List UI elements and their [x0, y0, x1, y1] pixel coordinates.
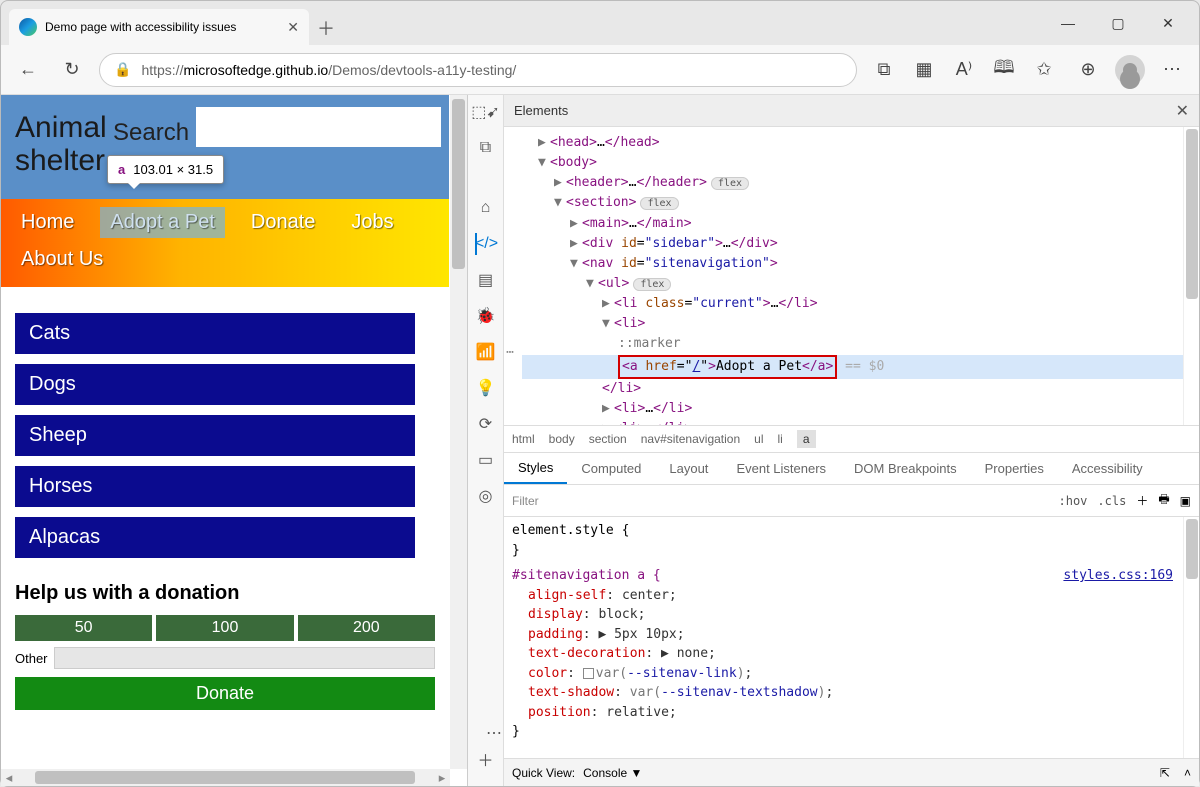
memory-icon[interactable]: ⟳	[475, 413, 497, 435]
dom-gutter-dots: ⋯	[504, 343, 518, 363]
styles-filter-input[interactable]: Filter	[512, 494, 1049, 508]
network-icon[interactable]: 📶	[475, 341, 497, 363]
browser-toolbar: ← ↻ 🔒 https://microsoftedge.github.io/De…	[1, 45, 1199, 95]
donate-button[interactable]: Donate	[15, 677, 435, 710]
tab-computed[interactable]: Computed	[567, 453, 655, 484]
back-button[interactable]: ←	[11, 53, 45, 87]
computed-sidebar-icon[interactable]: ▣	[1180, 494, 1191, 508]
refresh-button[interactable]: ↻	[55, 53, 89, 87]
menu-icon[interactable]: ⋯	[1155, 53, 1189, 87]
collections-icon[interactable]: ⊕	[1071, 53, 1105, 87]
donation-amounts: 50 100 200	[1, 615, 449, 647]
styles-scrollbar[interactable]	[1183, 517, 1199, 758]
tab-properties[interactable]: Properties	[971, 453, 1058, 484]
other-amount-input[interactable]	[54, 647, 435, 669]
close-window-button[interactable]: ✕	[1145, 7, 1191, 39]
nav-home[interactable]: Home	[11, 207, 84, 238]
reader-icon[interactable]: 🕮	[987, 53, 1021, 87]
styles-filter-row: Filter :hov .cls ＋ 🖶 ▣	[504, 485, 1199, 517]
category-list: Cats Dogs Sheep Horses Alpacas	[1, 287, 449, 578]
browser-tab[interactable]: Demo page with accessibility issues ✕	[9, 9, 309, 45]
category-alpacas[interactable]: Alpacas	[15, 517, 415, 558]
nav-donate[interactable]: Donate	[241, 207, 326, 238]
page-viewport: Animalshelter Search a103.01 × 31.5 Home…	[1, 95, 467, 786]
source-link[interactable]: styles.css:169	[1063, 566, 1173, 586]
page-header: Animalshelter Search a103.01 × 31.5	[1, 95, 449, 199]
tab-close-icon[interactable]: ✕	[287, 19, 299, 36]
donation-200[interactable]: 200	[298, 615, 435, 641]
minimize-button[interactable]: —	[1045, 7, 1091, 39]
device-icon[interactable]: ⧉	[475, 137, 497, 159]
responsive-icon[interactable]: ⧉	[867, 53, 901, 87]
site-navigation: Home Adopt a Pet Donate Jobs About Us	[1, 199, 449, 287]
quick-view-bar: Quick View: Console ▼ ⇱ ˄	[504, 758, 1199, 786]
category-dogs[interactable]: Dogs	[15, 364, 415, 405]
inspect-icon[interactable]: ⬚➹	[475, 101, 497, 123]
console-icon[interactable]: ▤	[475, 269, 497, 291]
console-drawer-toggle[interactable]: Console ▼	[583, 766, 642, 780]
elements-icon[interactable]: </>	[475, 233, 497, 255]
donation-100[interactable]: 100	[156, 615, 293, 641]
cls-toggle[interactable]: .cls	[1097, 494, 1126, 508]
application-icon[interactable]: ▭	[475, 449, 497, 471]
security-icon[interactable]: ◎	[475, 485, 497, 507]
selected-dom-node[interactable]: <a href="/">Adopt a Pet</a> == $0	[522, 355, 1183, 379]
inspect-tooltip: a103.01 × 31.5	[107, 155, 224, 184]
tab-dom-breakpoints[interactable]: DOM Breakpoints	[840, 453, 971, 484]
other-label: Other	[15, 651, 48, 666]
drawer-issues-icon[interactable]: ⇱	[1160, 766, 1170, 780]
dom-scrollbar[interactable]	[1183, 127, 1199, 425]
category-cats[interactable]: Cats	[15, 313, 415, 354]
dom-tree[interactable]: ⋯ ▶<head>…</head> ▼<body> ▶<header>…</he…	[504, 127, 1183, 425]
sources-icon[interactable]: 🐞	[475, 305, 497, 327]
devtools-header: Elements ✕	[504, 95, 1199, 127]
tab-accessibility[interactable]: Accessibility	[1058, 453, 1157, 484]
new-style-rule-icon[interactable]: ＋	[1136, 492, 1148, 509]
profile-avatar[interactable]	[1115, 55, 1145, 85]
title-bar: Demo page with accessibility issues ✕ ＋ …	[1, 1, 1199, 45]
category-horses[interactable]: Horses	[15, 466, 415, 507]
tab-styles[interactable]: Styles	[504, 453, 567, 484]
welcome-icon[interactable]: ⌂	[475, 197, 497, 219]
category-sheep[interactable]: Sheep	[15, 415, 415, 456]
donation-50[interactable]: 50	[15, 615, 152, 641]
panel-title: Elements	[514, 103, 568, 118]
tab-event-listeners[interactable]: Event Listeners	[722, 453, 840, 484]
device-mode-icon[interactable]: 🖶	[1158, 490, 1169, 511]
address-bar[interactable]: 🔒 https://microsoftedge.github.io/Demos/…	[99, 53, 857, 87]
nav-about[interactable]: About Us	[11, 244, 113, 275]
new-tab-button[interactable]: ＋	[309, 11, 343, 45]
nav-jobs[interactable]: Jobs	[341, 207, 403, 238]
qr-icon[interactable]: ▦	[907, 53, 941, 87]
hov-toggle[interactable]: :hov	[1059, 494, 1088, 508]
devtools: ⬚➹ ⧉ ⌂ </> ▤ 🐞 📶 💡 ⟳ ▭ ◎ ＋ Elements ✕	[467, 95, 1199, 786]
page-vertical-scrollbar[interactable]	[450, 95, 467, 769]
styles-pane[interactable]: element.style { } #sitenavigation a {sty…	[504, 517, 1183, 758]
page-horizontal-scrollbar[interactable]: ◂▸	[1, 769, 450, 786]
devtools-more-icon[interactable]: ⋯	[486, 723, 502, 743]
favorite-icon[interactable]: ✩	[1027, 53, 1061, 87]
lock-icon: 🔒	[114, 61, 131, 78]
performance-icon[interactable]: 💡	[475, 377, 497, 399]
tab-title: Demo page with accessibility issues	[45, 20, 279, 34]
nav-adopt[interactable]: Adopt a Pet	[100, 207, 225, 238]
donation-heading: Help us with a donation	[1, 578, 449, 615]
tab-layout[interactable]: Layout	[655, 453, 722, 484]
read-aloud-icon[interactable]: A⁾	[947, 53, 981, 87]
drawer-expand-icon[interactable]: ˄	[1184, 766, 1191, 780]
edge-favicon	[19, 18, 37, 36]
devtools-close-icon[interactable]: ✕	[1176, 101, 1189, 121]
dom-breadcrumb[interactable]: html body section nav#sitenavigation ul …	[504, 425, 1199, 453]
more-tools-icon[interactable]: ＋	[475, 748, 497, 770]
search-input[interactable]	[196, 107, 441, 147]
devtools-activity-bar: ⬚➹ ⧉ ⌂ </> ▤ 🐞 📶 💡 ⟳ ▭ ◎ ＋	[468, 95, 504, 786]
maximize-button[interactable]: ▢	[1095, 7, 1141, 39]
search-label: Search	[113, 119, 189, 147]
styles-tabs: Styles Computed Layout Event Listeners D…	[504, 453, 1199, 485]
